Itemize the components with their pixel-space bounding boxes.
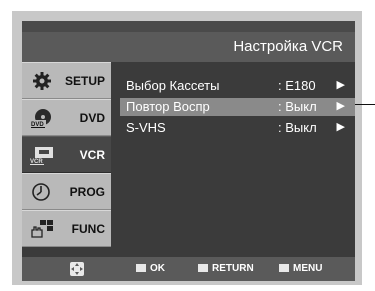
dpad-icon	[69, 261, 85, 280]
return-label: RETURN	[212, 263, 254, 274]
gear-icon	[30, 70, 54, 92]
arrow-right-icon: ▶	[336, 100, 345, 112]
callout-line	[355, 104, 375, 105]
tab-dvd-label: DVD	[79, 111, 105, 125]
dvd-disc-icon: DVD	[30, 107, 54, 129]
page-title: Настройка VCR	[233, 38, 343, 55]
tab-prog-label: PROG	[69, 185, 105, 199]
title-bar: Настройка VCR	[22, 32, 355, 62]
ok-label: OK	[150, 263, 165, 274]
menu-key-icon	[279, 264, 289, 272]
tab-dvd[interactable]: DVD DVD	[22, 99, 111, 136]
menu-item-label: Повтор Воспр	[126, 99, 210, 114]
menu-item-svhs[interactable]: S-VHS : Выкл ▶	[120, 119, 355, 137]
tab-vcr[interactable]: VCR VCR	[22, 136, 111, 173]
menu-item-repeat-play[interactable]: Повтор Воспр : Выкл ▶	[120, 98, 355, 116]
tab-setup[interactable]: SETUP	[22, 62, 111, 99]
menu-label: MENU	[293, 263, 323, 274]
tab-vcr-label: VCR	[79, 148, 105, 162]
menu-item-value: : E180	[278, 78, 316, 93]
menu-item-label: Выбор Кассеты	[126, 78, 220, 93]
osd-screen: Настройка VCR SETUP DVD DVD VCR VCR PROG…	[22, 21, 355, 281]
return-key-icon	[198, 264, 208, 272]
menu-item-value: : Выкл	[278, 99, 317, 114]
tab-setup-label: SETUP	[64, 74, 105, 88]
enter-key-icon	[136, 264, 146, 272]
clock-icon	[30, 181, 54, 203]
tab-func[interactable]: FUNC	[22, 210, 111, 247]
return-hint: RETURN	[198, 263, 254, 274]
vcr-cassette-icon: VCR	[30, 144, 54, 166]
tab-prog[interactable]: PROG	[22, 173, 111, 210]
ok-hint: OK	[136, 263, 165, 274]
menu-hint: MENU	[279, 263, 322, 274]
menu-item-label: S-VHS	[126, 120, 166, 135]
arrow-right-icon: ▶	[336, 79, 345, 91]
tab-func-label: FUNC	[71, 222, 105, 236]
hand-grid-icon	[30, 218, 54, 240]
top-band	[22, 21, 355, 32]
arrow-right-icon: ▶	[336, 121, 345, 133]
bottom-bar: OK RETURN MENU	[22, 257, 355, 281]
menu-item-value: : Выкл	[278, 120, 317, 135]
menu-item-tape-select[interactable]: Выбор Кассеты : E180 ▶	[120, 77, 355, 95]
